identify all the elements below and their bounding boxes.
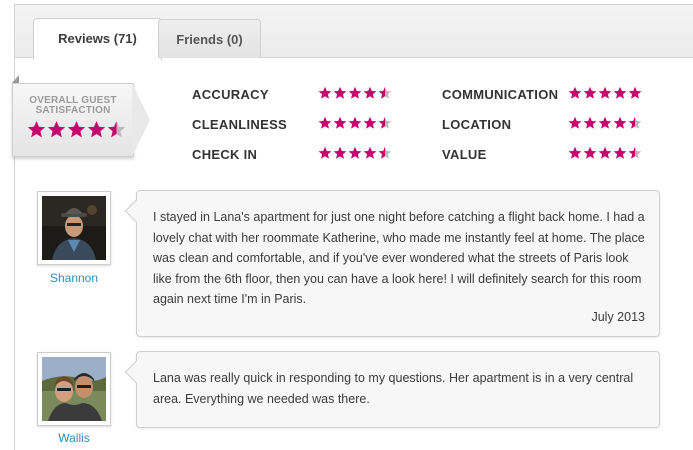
category-stars-check-in [318,146,392,160]
star-icon [628,86,642,99]
star-icon [583,146,597,159]
overall-stars [27,120,126,139]
review-bubble: I stayed in Lana's apartment for just on… [124,190,660,337]
star-icon [333,146,347,159]
star-icon [318,146,332,159]
overall-title-line2: SATISFACTION [35,105,111,116]
category-stars-location [568,116,642,130]
reviewer-name-shannon[interactable]: Shannon [37,271,111,285]
half-star-icon [378,116,392,129]
star-icon [27,121,46,138]
star-icon [348,146,362,159]
star-icon [67,121,86,138]
category-stars-cleanliness [318,116,392,130]
category-label-accuracy: ACCURACY [192,87,269,102]
star-icon [348,116,362,129]
avatar-photo-wallis [42,357,106,421]
overall-rating-title: OVERALL GUEST SATISFACTION [13,96,133,116]
category-label-check-in: CHECK IN [192,147,258,162]
star-icon [598,86,612,99]
reviewer-avatar-wallis[interactable] [37,352,111,426]
avatar-photo-shannon [42,196,106,260]
star-icon [318,86,332,99]
star-icon [363,116,377,129]
half-star-icon [378,86,392,99]
category-label-value: VALUE [442,147,487,162]
star-icon [333,86,347,99]
review-text: I stayed in Lana's apartment for just on… [153,210,645,306]
star-icon [613,86,627,99]
star-icon [363,146,377,159]
review-text: Lana was really quick in responding to m… [153,371,634,406]
category-stars-communication [568,86,642,100]
review-bubble: Lana was really quick in responding to m… [124,351,660,428]
ribbon-tail [132,83,150,157]
star-icon [568,86,582,99]
star-icon [333,116,347,129]
star-icon [568,146,582,159]
star-icon [598,116,612,129]
overall-rating-ribbon: OVERALL GUEST SATISFACTION [12,83,134,157]
star-icon [87,121,106,138]
star-icon [613,116,627,129]
tab-bar: Reviews (71) Friends (0) [15,5,693,60]
star-icon [598,146,612,159]
category-stars-accuracy [318,86,392,100]
category-label-communication: COMMUNICATION [442,87,559,102]
half-star-icon [628,116,642,129]
tab-friends[interactable]: Friends (0) [158,19,261,58]
reviewer-avatar-shannon[interactable] [37,191,111,265]
half-star-icon [107,121,126,138]
half-star-icon [628,146,642,159]
star-icon [363,86,377,99]
star-icon [348,86,362,99]
star-icon [318,116,332,129]
star-icon [613,146,627,159]
tab-reviews[interactable]: Reviews (71) [33,18,162,60]
category-label-location: LOCATION [442,117,512,132]
reviewer-name-wallis[interactable]: Wallis [37,431,111,445]
star-icon [583,116,597,129]
star-icon [47,121,66,138]
half-star-icon [378,146,392,159]
star-icon [568,116,582,129]
category-label-cleanliness: CLEANLINESS [192,117,288,132]
review-date: July 2013 [591,310,645,324]
ribbon-fold [12,75,19,83]
star-icon [583,86,597,99]
category-stars-value [568,146,642,160]
